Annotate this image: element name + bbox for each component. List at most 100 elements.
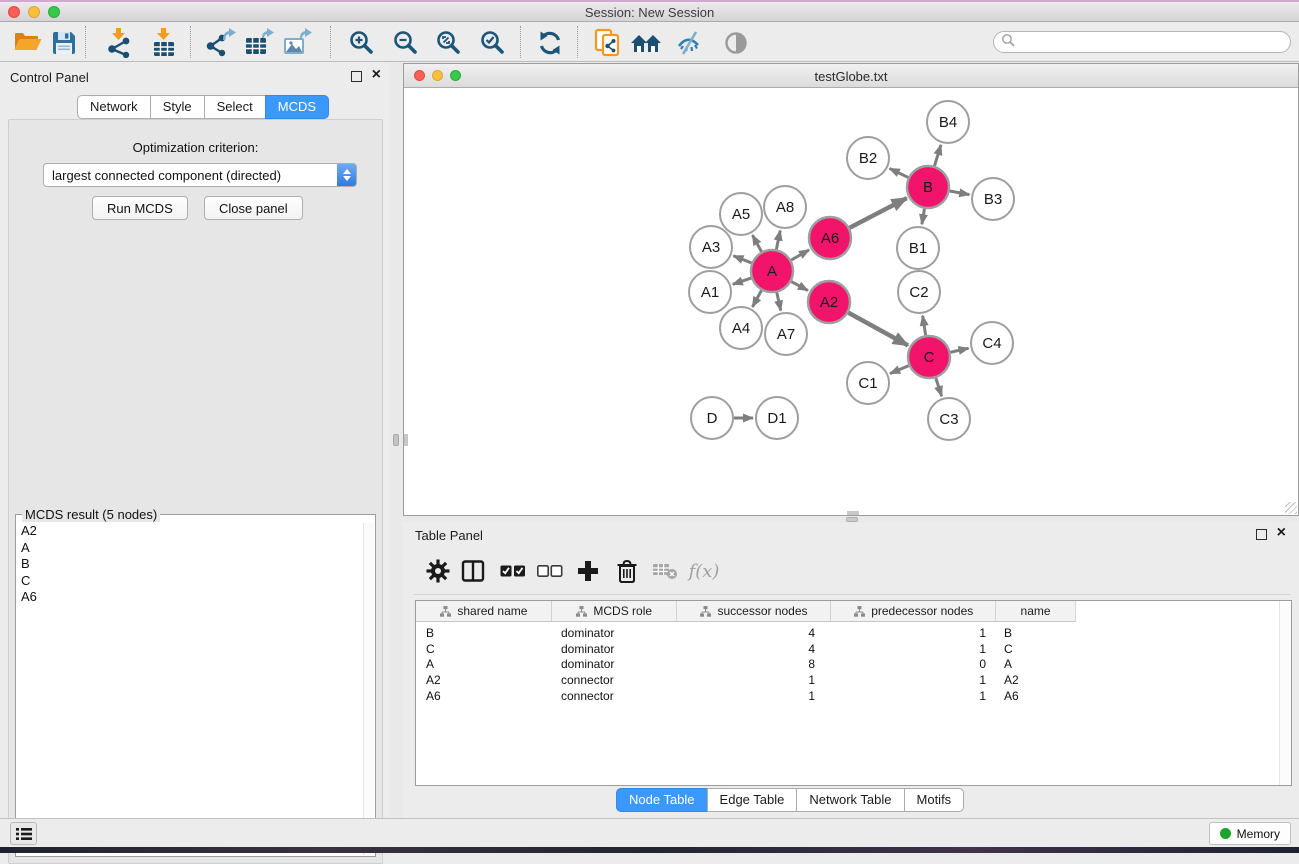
node-C4[interactable]: C4 [971,322,1013,364]
edge-A-A7[interactable] [777,292,781,310]
resize-grip-icon[interactable] [1285,502,1297,514]
export-table-icon[interactable] [243,27,275,59]
memory-button[interactable]: Memory [1209,822,1291,845]
run-mcds-button[interactable]: Run MCDS [92,196,188,220]
import-network-icon[interactable] [103,27,135,59]
search-input[interactable] [1015,33,1290,51]
float-panel-icon[interactable] [351,71,362,82]
tab-style[interactable]: Style [150,95,205,119]
edge-C-C2[interactable] [923,316,926,336]
export-network-icon[interactable] [205,27,237,59]
task-history-button[interactable] [10,822,37,845]
close-panel-icon[interactable]: × [1277,524,1286,542]
network-vertical-scrollbar[interactable] [404,434,408,446]
home-layout-icon[interactable] [630,27,662,59]
node-C2[interactable]: C2 [898,271,940,313]
edge-A-A4[interactable] [752,290,761,307]
divider-handle[interactable] [393,434,399,446]
tab-network[interactable]: Network [77,95,151,119]
close-panel-button[interactable]: Close panel [204,196,303,220]
show-column-icon[interactable] [458,556,488,586]
node-B3[interactable]: B3 [972,178,1014,220]
edge-A-A3[interactable] [733,256,751,263]
deselect-all-icon[interactable] [535,556,565,586]
network-horizontal-scrollbar[interactable] [847,511,859,515]
import-table-icon[interactable] [148,27,180,59]
node-B[interactable]: B [907,166,949,208]
result-item[interactable]: C [17,573,362,590]
node-A2[interactable]: A2 [808,281,850,323]
node-A3[interactable]: A3 [690,226,732,268]
float-panel-icon[interactable] [1256,529,1267,540]
result-scrollbar[interactable] [363,523,374,855]
zoom-fit-icon[interactable] [433,27,465,59]
search-field[interactable] [993,31,1291,53]
zoom-in-icon[interactable] [346,27,378,59]
node-B4[interactable]: B4 [927,101,969,143]
function-builder-icon[interactable]: f(x) [689,556,719,586]
node-B1[interactable]: B1 [897,227,939,269]
table-settings-gear-icon[interactable] [423,556,453,586]
vertical-split-divider[interactable] [390,62,403,818]
new-network-from-selection-icon[interactable] [592,27,624,59]
column-header-mcds-role[interactable]: MCDS role [551,601,676,621]
edge-A-A1[interactable] [733,278,751,284]
node-C3[interactable]: C3 [928,398,970,440]
edge-C-C1[interactable] [890,366,909,374]
mcds-result-list[interactable]: A2 A B C A6 [17,523,362,855]
tab-edge-table[interactable]: Edge Table [707,788,798,812]
result-item[interactable]: A2 [17,523,362,540]
edge-A-A5[interactable] [752,235,761,252]
node-A5[interactable]: A5 [720,193,762,235]
node-D[interactable]: D [691,397,733,439]
tab-motifs[interactable]: Motifs [904,788,965,812]
table-row[interactable]: Bdominator41B [416,625,1076,641]
column-header-predecessor-nodes[interactable]: predecessor nodes [830,601,995,621]
edge-B-B4[interactable] [934,145,940,166]
edge-C-C3[interactable] [936,378,942,396]
close-panel-icon[interactable]: × [372,66,381,84]
node-C1[interactable]: C1 [847,362,889,404]
table-row[interactable]: A2connector11A2 [416,672,1076,688]
export-image-icon[interactable] [281,27,313,59]
hide-graphics-details-icon[interactable] [674,27,706,59]
table-row[interactable]: Adominator80A [416,657,1076,673]
edge-B-B1[interactable] [922,209,925,225]
table-row[interactable]: Cdominator41C [416,641,1076,657]
tab-mcds[interactable]: MCDS [265,95,329,119]
delete-entry-trash-icon[interactable] [612,556,642,586]
show-graphics-details-icon[interactable] [720,27,752,59]
column-header-name[interactable]: name [995,601,1075,621]
tab-select[interactable]: Select [204,95,266,119]
edge-B-B2[interactable] [890,168,909,177]
node-C[interactable]: C [908,336,950,378]
table-scrollbar[interactable] [1279,601,1291,785]
tab-network-table[interactable]: Network Table [796,788,904,812]
node-A4[interactable]: A4 [720,307,762,349]
edge-A-A6[interactable] [791,250,809,260]
node-table[interactable]: shared name MCDS role successor nodes pr… [415,600,1292,786]
table-row[interactable]: A6connector11A6 [416,688,1076,704]
zoom-out-icon[interactable] [390,27,422,59]
zoom-selected-icon[interactable] [477,27,509,59]
column-header-successor-nodes[interactable]: successor nodes [676,601,831,621]
result-item[interactable]: A [17,540,362,557]
criterion-dropdown[interactable]: largest connected component (directed) [43,163,357,187]
node-A[interactable]: A [751,250,793,292]
edge-B-B3[interactable] [950,191,970,195]
delete-table-icon[interactable] [650,556,680,586]
add-entry-icon[interactable] [573,556,603,586]
node-B2[interactable]: B2 [847,137,889,179]
network-graph[interactable]: B4B2BB3A5A8A6A3B1AC2A1A2A4A7C4CC1C3DD1 [404,88,1298,515]
network-window-titlebar[interactable]: testGlobe.txt [404,64,1298,88]
edge-A-A8[interactable] [776,231,780,250]
node-A6[interactable]: A6 [809,217,851,259]
edge-A-A2[interactable] [791,282,808,291]
column-header-shared-name[interactable]: shared name [416,601,551,621]
tab-node-table[interactable]: Node Table [616,788,708,812]
select-all-icon[interactable] [498,556,528,586]
network-canvas[interactable]: B4B2BB3A5A8A6A3B1AC2A1A2A4A7C4CC1C3DD1 [404,88,1298,515]
result-item[interactable]: B [17,556,362,573]
node-A1[interactable]: A1 [689,271,731,313]
node-A7[interactable]: A7 [765,313,807,355]
